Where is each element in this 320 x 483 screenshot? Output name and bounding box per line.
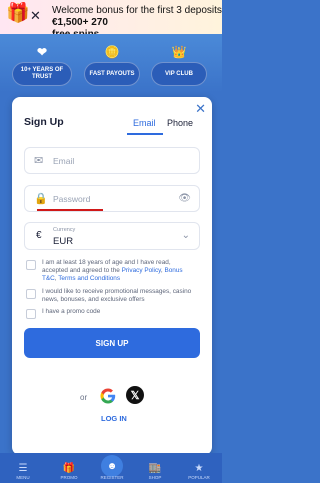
mail-icon: ✉ bbox=[34, 155, 44, 167]
banner-line-1: Welcome bonus for the first 3 deposits bbox=[52, 5, 222, 16]
nav-menu[interactable]: ☰ MENU bbox=[10, 463, 36, 480]
active-tab-indicator bbox=[127, 133, 163, 135]
or-label: or bbox=[80, 393, 88, 402]
heart-icon: ❤ bbox=[36, 45, 48, 59]
privacy-policy-link[interactable]: Privacy Policy bbox=[122, 267, 161, 274]
error-underline bbox=[37, 209, 103, 211]
chevron-down-icon: ⌄ bbox=[181, 230, 190, 241]
currency-label: Currency bbox=[53, 227, 76, 233]
promo-code-text: I have a promo code bbox=[42, 308, 101, 315]
nav-popular[interactable]: ★ POPULAR bbox=[186, 463, 212, 480]
promo-code-checkbox[interactable] bbox=[26, 309, 36, 319]
modal-title: Sign Up bbox=[24, 116, 64, 128]
password-placeholder: Password bbox=[53, 194, 91, 204]
nav-promo[interactable]: 🎁 PROMO bbox=[56, 463, 82, 480]
email-field[interactable]: ✉ Email bbox=[24, 147, 200, 174]
badge-label: FAST PAYOUTS bbox=[89, 70, 135, 77]
email-placeholder: Email bbox=[53, 156, 75, 166]
tab-phone[interactable]: Phone bbox=[167, 118, 193, 128]
star-icon: ★ bbox=[194, 463, 204, 474]
signup-modal: ✕ Sign Up Email Phone ✉ Email 🔒 Password… bbox=[12, 97, 212, 455]
promo-messages-checkbox[interactable] bbox=[26, 289, 36, 299]
gift-icon: 🎁 bbox=[62, 463, 76, 474]
gift-icon: 🎁 bbox=[6, 3, 30, 24]
menu-icon: ☰ bbox=[18, 463, 28, 474]
badge-fast-payouts: 🪙 FAST PAYOUTS bbox=[84, 46, 140, 86]
bottom-nav: ☰ MENU 🎁 PROMO ☻ REGISTER 🏬 SHOP ★ POPUL… bbox=[0, 453, 222, 483]
shop-icon: 🏬 bbox=[148, 463, 162, 474]
signup-button[interactable]: SIGN UP bbox=[24, 328, 200, 358]
close-icon[interactable]: ✕ bbox=[30, 8, 41, 24]
nav-shop[interactable]: 🏬 SHOP bbox=[142, 463, 168, 480]
badge-vip-club: 👑 VIP CLUB bbox=[151, 46, 207, 86]
close-icon[interactable]: ✕ bbox=[195, 101, 206, 117]
eye-off-icon[interactable]: 👁 bbox=[178, 193, 191, 204]
badge-label: VIP CLUB bbox=[165, 70, 193, 77]
nav-register[interactable]: REGISTER bbox=[99, 475, 125, 480]
badge-trust: ❤ 10+ YEARS OF TRUST bbox=[12, 46, 72, 86]
currency-select[interactable]: € Currency EUR ⌄ bbox=[24, 222, 200, 250]
terms-conditions-link[interactable]: Terms and Conditions bbox=[58, 275, 120, 282]
lock-icon: 🔒 bbox=[34, 193, 48, 205]
register-icon[interactable]: ☻ bbox=[101, 455, 123, 477]
badge-label: 10+ YEARS OF TRUST bbox=[20, 67, 64, 80]
terms-checkbox[interactable] bbox=[26, 260, 36, 270]
terms-text: I am at least 18 years of age and I have… bbox=[42, 259, 183, 282]
promo-banner[interactable]: 🎁 ✕ Welcome bonus for the first 3 deposi… bbox=[0, 0, 222, 40]
promo-messages-text: I would like to receive promotional mess… bbox=[42, 288, 192, 303]
euro-icon: € bbox=[36, 230, 42, 241]
tab-email[interactable]: Email bbox=[133, 118, 156, 128]
password-field[interactable]: 🔒 Password 👁 bbox=[24, 185, 200, 212]
google-icon[interactable] bbox=[99, 387, 117, 405]
currency-value: EUR bbox=[53, 236, 74, 247]
crown-icon: 👑 bbox=[171, 45, 187, 59]
x-twitter-icon[interactable]: 𝕏 bbox=[126, 386, 144, 404]
login-link[interactable]: LOG IN bbox=[101, 414, 127, 423]
coin-icon: 🪙 bbox=[104, 45, 120, 59]
